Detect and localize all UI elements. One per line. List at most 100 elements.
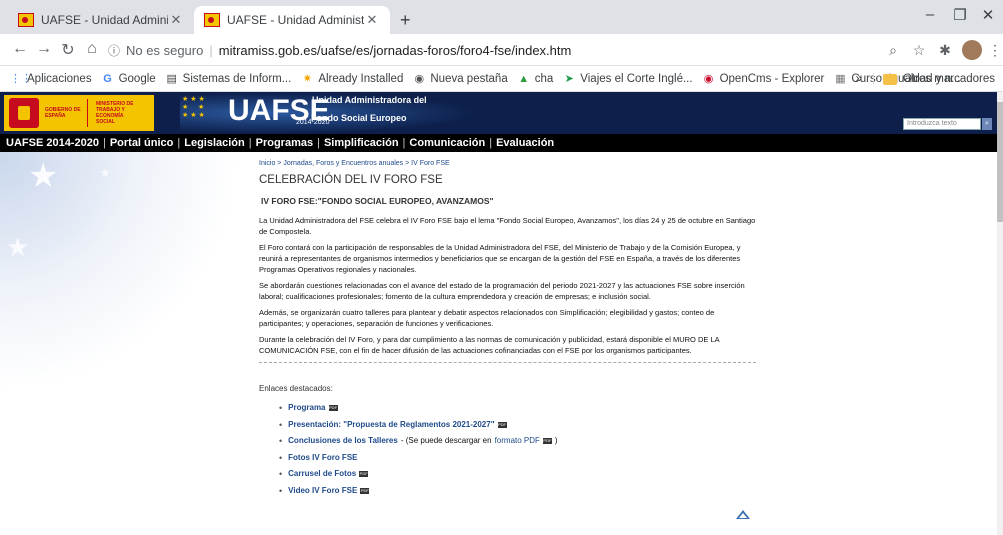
link-presentacion[interactable]: Presentación: "Propuesta de Reglamentos … (288, 420, 494, 429)
gobierno-logo[interactable]: GOBIERNO DE ESPAÑA MINISTERIO DE TRABAJO… (4, 95, 154, 131)
breadcrumb[interactable]: Inicio > Jornadas, Foros y Encuentros an… (259, 160, 756, 167)
links-heading: Enlaces destacados: (259, 384, 333, 393)
browser-tab-2[interactable]: UAFSE - Unidad Administradora d ✕ (194, 6, 390, 34)
main-content: Inicio > Jornadas, Foros y Encuentros an… (259, 160, 756, 503)
tab-title: UAFSE - Unidad Administradora d (227, 13, 364, 27)
bookmarks-more-button[interactable]: » (856, 73, 862, 85)
bookmark-label: Viajes el Corte Inglé... (580, 72, 693, 85)
info-icon[interactable]: ⓘ (108, 42, 120, 59)
star-decoration-icon: ★ (28, 157, 59, 195)
bookmark-viajes[interactable]: ➤ Viajes el Corte Inglé... (563, 72, 693, 86)
browser-tab-1[interactable]: UAFSE - Unidad Administradora d ✕ (8, 6, 194, 34)
menu-separator: | (102, 137, 106, 149)
pdf-icon: PDF (497, 421, 507, 428)
bookmark-nueva-pestana[interactable]: ◉ Nueva pestaña (413, 72, 508, 86)
list-item: • Conclusiones de los Talleres - (Se puede… (279, 436, 756, 446)
pdf-icon: PDF (328, 405, 338, 411)
menu-comunicacion[interactable]: Comunicación (409, 137, 485, 149)
address-bar[interactable]: ⓘ No es seguro | mitramiss.gob.es/uafse/… (108, 38, 938, 62)
menu-portal-unico[interactable]: Portal único (110, 137, 174, 149)
menu-separator: | (248, 137, 252, 149)
extensions-icon[interactable]: ✱ (936, 42, 954, 59)
menu-evaluacion[interactable]: Evaluación (496, 137, 554, 149)
divider (259, 362, 756, 363)
minimize-icon[interactable]: – (920, 6, 940, 23)
tab-title: UAFSE - Unidad Administradora d (41, 13, 168, 27)
browser-toolbar: ← → ↻ ⌂ ⓘ No es seguro | mitramiss.gob.e… (0, 34, 1003, 66)
sun-icon: ✷ (302, 73, 312, 85)
avatar[interactable] (962, 40, 982, 60)
decorative-stars: ★ ★ ★ (0, 152, 240, 392)
uafse-favicon-icon (18, 13, 34, 27)
link-conclusiones[interactable]: Conclusiones de los Talleres (288, 437, 398, 445)
bookmark-already-installed[interactable]: ✷ Already Installed (301, 72, 404, 86)
menu-legislacion[interactable]: Legislación (184, 137, 245, 149)
menu-programas[interactable]: Programas (256, 137, 313, 149)
bookmark-label: cha (534, 72, 554, 85)
bookmarks-right: » | Otros marcadores (856, 66, 995, 92)
scrollbar-thumb[interactable] (997, 102, 1003, 222)
logo-sub-line1: Unidad Administradora del (312, 95, 427, 105)
bookmark-google[interactable]: G Google (102, 72, 156, 85)
page-scrollbar[interactable] (997, 92, 1003, 535)
apps-grid-icon: ⋮⋮ (10, 73, 32, 85)
ministry-text: MINISTERIO DE TRABAJO Y ECONOMÍA SOCIAL (96, 101, 134, 125)
pdf-icon: PDF (542, 438, 552, 444)
bullet: • (279, 485, 283, 496)
security-label: No es seguro (126, 42, 204, 58)
gov-text: GOBIERNO DE ESPAÑA (45, 107, 81, 119)
menu-separator: | (177, 137, 181, 149)
menu-separator: | (489, 137, 493, 149)
paragraph: El Foro contará con la participación de … (259, 243, 741, 274)
google-icon: G (103, 72, 112, 85)
menu-separator: | (317, 137, 320, 149)
back-icon[interactable]: ← (10, 40, 30, 58)
uafse-logo-sub: Unidad Administradora del Fondo Social E… (311, 95, 427, 123)
scroll-to-top-icon[interactable] (736, 510, 750, 519)
home-icon[interactable]: ⌂ (82, 40, 102, 58)
paragraph: Además, se organizarán cuatro talleres p… (259, 308, 715, 328)
logo-years: 2014-2020 (296, 119, 330, 126)
close-window-icon[interactable]: ✕ (978, 6, 998, 24)
close-tab-icon[interactable]: ✕ (364, 12, 380, 28)
paragraph: Se abordarán cuestiones relacionadas con… (259, 281, 745, 301)
menu-uafse[interactable]: UAFSE 2014-2020 (6, 137, 99, 149)
opencms-icon: ◉ (703, 73, 714, 85)
conclusiones-note: - (Se puede descargar en (400, 436, 492, 445)
bookmark-label: Nueva pestaña (430, 72, 508, 85)
paragraph: Durante la celebración del IV Foro, y pa… (259, 335, 720, 355)
star-icon[interactable]: ☆ (910, 42, 928, 59)
zoom-icon[interactable]: ⌕ (884, 42, 902, 59)
restore-icon[interactable]: ❐ (950, 6, 970, 24)
menu-separator: | (402, 137, 406, 149)
link-fotos[interactable]: Fotos IV Foro FSE (288, 453, 357, 462)
other-bookmarks[interactable]: Otros marcadores (903, 73, 995, 85)
triangle-icon: ▲ (518, 72, 530, 85)
page-title: CELEBRACIÓN DEL IV FORO FSE (259, 174, 443, 186)
bookmark-label: Google (118, 72, 156, 85)
gov-divider (87, 99, 88, 127)
menu-simplificacion[interactable]: Simplificación (324, 137, 399, 149)
menu-icon[interactable]: ⋮ (986, 42, 1003, 59)
bookmark-label: Already Installed (318, 72, 404, 85)
link-formato-pdf[interactable]: formato PDF (495, 437, 540, 445)
star-decoration-icon: ★ (100, 166, 111, 180)
new-tab-button[interactable]: + (400, 10, 411, 31)
bookmark-cha[interactable]: ▲ cha (518, 72, 554, 85)
forward-icon[interactable]: → (34, 40, 54, 58)
list-item: • Video IV Foro FSE PDF (279, 485, 756, 496)
bullet: • (279, 452, 283, 463)
link-programa[interactable]: Programa (288, 404, 325, 412)
site-search-input[interactable]: Introduzca texto (903, 118, 981, 130)
link-video[interactable]: Video IV Foro FSE (288, 486, 357, 495)
bookmark-opencms[interactable]: ◉ OpenCms - Explorer (703, 72, 825, 86)
pdf-icon: PDF (359, 471, 369, 477)
site-search-button[interactable]: ⌕ (982, 118, 992, 130)
list-item: • Presentación: "Propuesta de Reglamentos… (279, 420, 756, 429)
coat-of-arms-icon (9, 98, 39, 128)
close-tab-icon[interactable]: ✕ (168, 12, 184, 28)
bookmark-aplicaciones[interactable]: ⋮⋮ Aplicaciones (10, 72, 92, 86)
link-carrusel[interactable]: Carrusel de Fotos (288, 470, 356, 478)
bookmark-sistemas[interactable]: ▤ Sistemas de Inform... (166, 72, 291, 86)
reload-icon[interactable]: ↻ (58, 40, 78, 60)
